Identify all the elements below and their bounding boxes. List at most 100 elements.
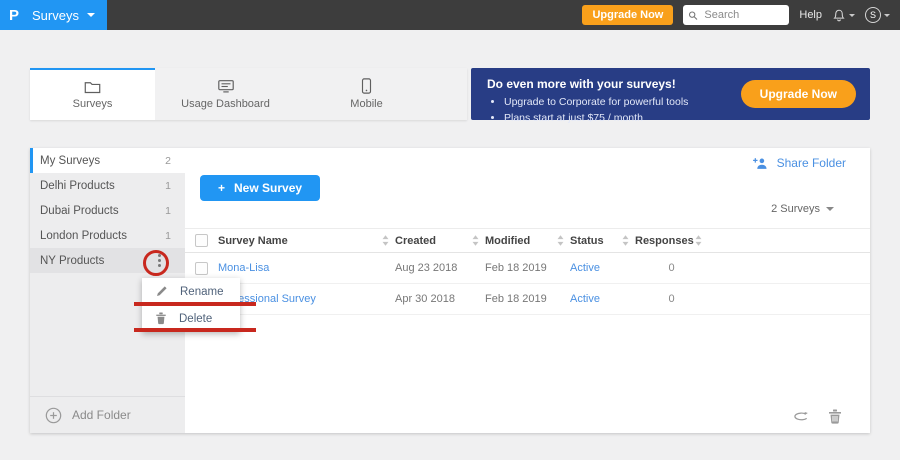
plus-icon: + [218,181,226,195]
account-menu[interactable]: S [865,7,890,23]
table-row: Professional Survey Apr 30 2018 Feb 18 2… [185,284,870,315]
tab-usage-dashboard[interactable]: Usage Dashboard [155,68,296,120]
add-folder-button[interactable]: Add Folder [30,396,185,433]
upgrade-banner: Do even more with your surveys! Upgrade … [471,68,870,124]
sort-icon [382,235,389,246]
folder-context-menu: Rename Delete [142,278,240,332]
sidebar-item-delhi-products[interactable]: Delhi Products 1 [30,173,185,198]
folder-count: 1 [165,204,171,217]
chevron-down-icon [826,207,834,211]
row-checkbox[interactable] [195,261,208,275]
responses-count: 0 [668,293,675,305]
add-folder-label: Add Folder [72,408,131,422]
upgrade-now-button[interactable]: Upgrade Now [582,5,674,25]
surveys-count-dropdown[interactable]: 2 Surveys [771,203,834,215]
tabs-row: Surveys Usage Dashboard Mobile Do even m… [30,68,870,124]
header-status[interactable]: Status [570,235,635,247]
folder-label: Delhi Products [40,179,115,192]
trash-icon [156,312,166,325]
status-badge: Active [570,293,600,305]
survey-name-link[interactable]: Mona-Lisa [218,262,269,274]
header-responses[interactable]: Responses [635,235,708,247]
folder-label: London Products [40,229,127,242]
tab-label: Usage Dashboard [181,97,270,110]
tab-label: Surveys [72,98,113,110]
header-label: Survey Name [218,234,288,247]
tab-mobile[interactable]: Mobile [296,68,437,120]
sidebar-item-london-products[interactable]: London Products 1 [30,223,185,248]
menu-item-label: Rename [180,285,224,298]
search-box[interactable] [683,5,790,25]
sidebar-item-dubai-products[interactable]: Dubai Products 1 [30,198,185,223]
chevron-down-icon [884,13,890,17]
share-folder-button[interactable]: Share Folder [752,156,846,170]
tab-surveys[interactable]: Surveys [30,68,155,120]
banner-upgrade-button[interactable]: Upgrade Now [740,80,856,108]
status-badge: Active [570,262,600,274]
folder-count: 1 [165,179,171,192]
sidebar-item-ny-products[interactable]: NY Products [30,248,185,273]
created-date: Apr 30 2018 [395,293,455,305]
restore-icon[interactable] [793,410,810,423]
sort-icon [622,235,629,246]
app-logo: P [9,6,20,24]
folder-label: NY Products [40,254,105,267]
sidebar-item-my-surveys[interactable]: My Surveys 2 [30,148,185,173]
help-link[interactable]: Help [799,9,822,21]
share-folder-label: Share Folder [776,156,846,170]
table-footer-actions [793,409,842,424]
tab-strip: Surveys Usage Dashboard Mobile [30,68,467,120]
topbar: P Surveys Upgrade Now Help S [0,0,900,30]
header-label: Status [570,234,604,247]
search-icon [689,10,698,20]
banner-bullets: Upgrade to Corporate for powerful tools … [504,95,720,127]
folder-count: 1 [165,229,171,242]
select-all-checkbox[interactable] [195,234,208,247]
new-survey-button[interactable]: + New Survey [200,175,321,201]
tab-label: Mobile [350,98,383,110]
created-date: Aug 23 2018 [395,262,458,274]
sort-icon [695,235,702,246]
folder-label: Dubai Products [40,204,119,217]
surveys-panel: My Surveys 2 Delhi Products 1 Dubai Prod… [30,148,870,433]
topbar-actions: Upgrade Now Help S [582,5,900,25]
product-name: Surveys [32,7,79,23]
pencil-icon [157,286,167,296]
share-person-icon [752,157,767,169]
sort-icon [472,235,479,246]
header-modified[interactable]: Modified [485,235,570,247]
menu-item-label: Delete [179,312,213,325]
bell-icon [833,9,845,21]
menu-item-delete[interactable]: Delete [142,305,240,332]
header-survey-name[interactable]: Survey Name [218,235,395,247]
surveys-table: Survey Name Created Modified Status Resp… [185,228,870,315]
banner-bullet: Plans start at just $75 / month [504,111,720,127]
folder-count: 2 [165,154,171,167]
menu-item-rename[interactable]: Rename [142,278,240,305]
folder-icon [84,82,101,94]
new-survey-label: New Survey [234,181,303,195]
surveys-count-label: 2 Surveys [771,203,820,215]
banner-title: Do even more with your surveys! [487,77,676,91]
table-row: Mona-Lisa Aug 23 2018 Feb 18 2019 Active… [185,253,870,284]
folder-options-kebab-icon[interactable] [158,254,161,267]
notifications-menu[interactable] [832,8,855,23]
folder-label: My Surveys [40,154,101,167]
product-switcher[interactable]: P Surveys [0,0,107,30]
header-label: Responses [635,234,694,247]
chevron-down-icon [86,13,95,17]
modified-date: Feb 18 2019 [485,293,547,305]
header-created[interactable]: Created [395,235,485,247]
search-input[interactable] [702,8,785,22]
plus-circle-icon [45,407,62,423]
banner-bullet: Upgrade to Corporate for powerful tools [504,95,720,111]
survey-list-area: Share Folder + New Survey 2 Surveys Surv… [185,148,870,433]
responses-count: 0 [668,262,675,274]
trash-icon[interactable] [828,409,842,424]
sort-icon [557,235,564,246]
header-label: Created [395,234,436,247]
avatar: S [865,7,881,23]
mobile-icon [361,78,372,94]
chevron-down-icon [849,13,855,17]
table-header-row: Survey Name Created Modified Status Resp… [185,228,870,253]
